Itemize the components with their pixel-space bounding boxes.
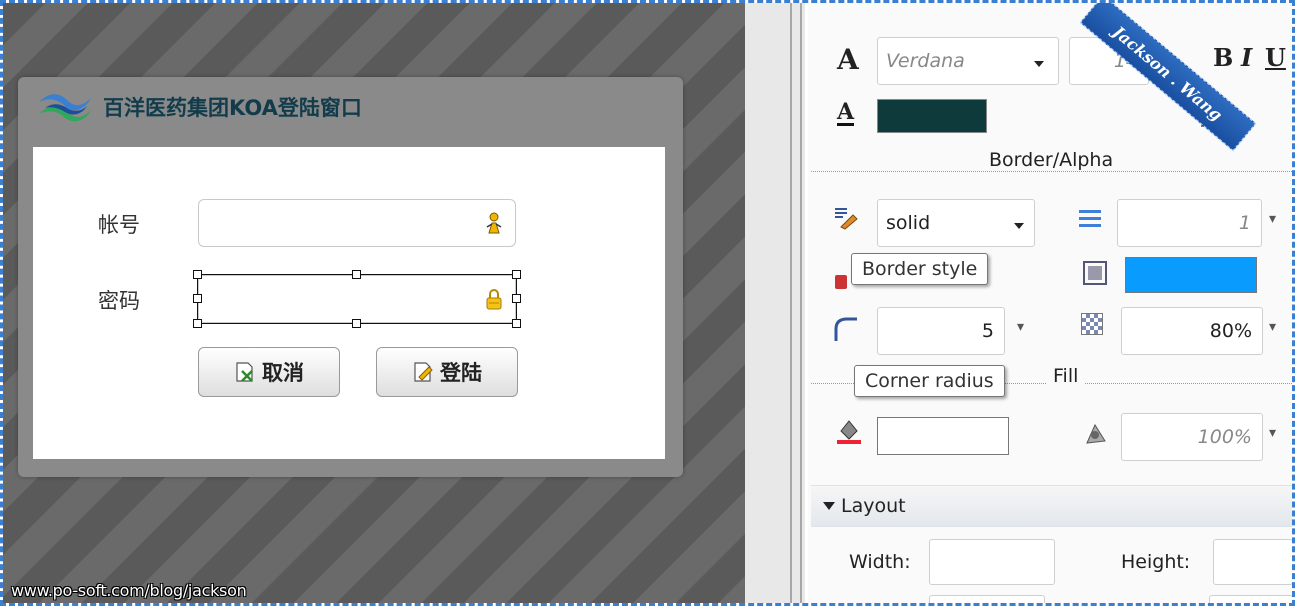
splitter-line bbox=[790, 3, 792, 603]
password-label: 密码 bbox=[98, 289, 140, 313]
opacity-icon bbox=[1081, 313, 1103, 335]
design-canvas[interactable]: 百洋医药集团KOA登陆窗口 帐号 密码 取消 登陆 www.po-soft.co… bbox=[3, 3, 745, 603]
fill-opacity-icon bbox=[1086, 423, 1106, 444]
stepper-arrow-icon[interactable]: ▾ bbox=[1269, 211, 1276, 227]
stroke-color-icon bbox=[1083, 261, 1107, 285]
border-color-swatch[interactable] bbox=[1125, 257, 1257, 293]
cancel-button[interactable]: 取消 bbox=[198, 347, 340, 397]
bold-icon[interactable]: B bbox=[1213, 43, 1233, 72]
stepper-arrow-icon[interactable]: ▾ bbox=[1269, 319, 1276, 335]
opacity-input[interactable]: 80% bbox=[1121, 307, 1263, 355]
resize-handle-bottom-right[interactable] bbox=[512, 319, 521, 328]
font-family-select[interactable]: Verdana bbox=[877, 37, 1059, 85]
expand-arrow-icon bbox=[823, 502, 835, 510]
corner-radius-value: 5 bbox=[981, 320, 994, 342]
company-logo-icon bbox=[39, 94, 91, 122]
splitter-line bbox=[800, 3, 802, 603]
login-window-title: 百洋医药集团KOA登陆窗口 bbox=[35, 89, 362, 125]
border-style-value: solid bbox=[886, 212, 931, 234]
layout-title: Layout bbox=[841, 495, 906, 517]
corner-radius-tooltip: Corner radius bbox=[854, 365, 1005, 397]
account-label: 帐号 bbox=[98, 213, 140, 237]
height-label: Height: bbox=[1121, 551, 1191, 573]
user-icon bbox=[486, 212, 502, 234]
border-width-input[interactable]: 1 bbox=[1117, 199, 1262, 247]
fill-title: Fill bbox=[1047, 365, 1085, 387]
fill-opacity-value: 100% bbox=[1197, 426, 1252, 448]
stepper-arrow-icon[interactable]: ▾ bbox=[1017, 319, 1024, 335]
resize-handle-right[interactable] bbox=[512, 294, 521, 303]
login-button[interactable]: 登陆 bbox=[376, 347, 518, 397]
border-width-value: 1 bbox=[1238, 212, 1251, 234]
cancel-doc-icon bbox=[236, 362, 253, 382]
text-color-swatch[interactable] bbox=[877, 99, 987, 133]
fill-color-swatch[interactable] bbox=[877, 417, 1009, 455]
x-input[interactable] bbox=[929, 595, 1045, 603]
width-input[interactable] bbox=[929, 539, 1055, 585]
account-input[interactable] bbox=[198, 199, 516, 247]
cancel-button-label: 取消 bbox=[262, 361, 304, 385]
site-watermark: www.po-soft.com/blog/jackson bbox=[11, 581, 247, 600]
screenshot-frame: 百洋医药集团KOA登陆窗口 帐号 密码 取消 登陆 www.po-soft.co… bbox=[0, 0, 1295, 606]
stepper-arrow-icon[interactable]: ▾ bbox=[1269, 425, 1276, 441]
chevron-down-icon bbox=[1014, 223, 1024, 229]
border-style-select[interactable]: solid bbox=[877, 199, 1035, 247]
resize-handle-left[interactable] bbox=[193, 294, 202, 303]
fill-color-icon bbox=[837, 420, 861, 444]
border-width-icon bbox=[1079, 210, 1101, 227]
border-style-icon bbox=[835, 208, 858, 230]
resize-handle-top-right[interactable] bbox=[512, 270, 521, 279]
chevron-down-icon bbox=[1034, 61, 1044, 67]
layout-section-header[interactable]: Layout bbox=[811, 485, 1292, 527]
border-alpha-title: Border/Alpha bbox=[983, 149, 1120, 171]
corner-radius-input[interactable]: 5 bbox=[877, 307, 1005, 355]
section-divider bbox=[811, 171, 1292, 172]
resize-handle-bottom[interactable] bbox=[352, 319, 361, 328]
underline-icon[interactable]: U bbox=[1265, 43, 1286, 72]
login-button-label: 登陆 bbox=[440, 361, 482, 385]
y-input[interactable] bbox=[1209, 595, 1292, 603]
height-input[interactable] bbox=[1213, 539, 1292, 585]
selection-outline bbox=[197, 274, 517, 324]
resize-handle-top[interactable] bbox=[352, 270, 361, 279]
italic-icon[interactable]: I bbox=[1241, 43, 1252, 72]
login-doc-icon bbox=[414, 362, 433, 382]
corner-radius-icon bbox=[834, 317, 857, 341]
resize-handle-top-left[interactable] bbox=[193, 270, 202, 279]
width-label: Width: bbox=[849, 551, 911, 573]
resize-handle-bottom-left[interactable] bbox=[193, 319, 202, 328]
panel-splitter[interactable] bbox=[745, 3, 805, 603]
login-title-text: 百洋医药集团KOA登陆窗口 bbox=[103, 96, 362, 120]
border-color-icon bbox=[835, 275, 847, 289]
border-style-tooltip: Border style bbox=[851, 253, 989, 285]
fill-opacity-input[interactable]: 100% bbox=[1121, 413, 1263, 461]
text-color-icon: A bbox=[837, 99, 855, 126]
font-family-icon: A bbox=[837, 43, 859, 76]
opacity-value: 80% bbox=[1209, 320, 1252, 342]
font-family-value: Verdana bbox=[886, 50, 965, 72]
